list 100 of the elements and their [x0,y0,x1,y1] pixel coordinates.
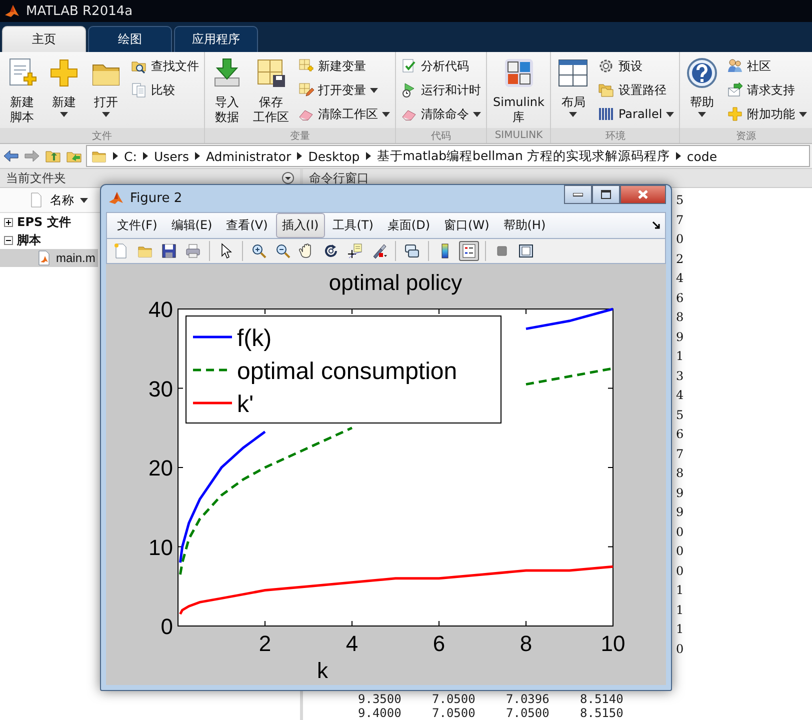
dock-arrow-icon[interactable] [652,220,661,230]
panel-menu-icon[interactable] [282,172,294,184]
ribbon-button[interactable]: 清除命令 [398,103,484,125]
menu-item[interactable]: 桌面(D) [381,212,436,238]
plus-icon [48,57,80,89]
minimize-icon [573,192,583,196]
ribbon-button[interactable]: 社区 [724,55,810,77]
output-text: 8 [676,310,684,324]
ribbon-button[interactable]: 设置路径 [595,79,678,101]
grid-disk-icon [255,57,287,89]
ribbon-button[interactable]: 清除工作区 [295,103,393,125]
menu-item[interactable]: 插入(I) [276,212,325,238]
x-tick-label: 6 [432,631,446,656]
menu-item[interactable]: 帮助(H) [497,212,552,238]
menu-item[interactable]: 编辑(E) [165,212,218,238]
menu-item[interactable]: 窗口(W) [438,212,496,238]
printer-icon [185,243,201,260]
path-segment[interactable]: code [686,148,718,164]
x-axis-label: k [317,658,328,682]
output-value: 7.0396 [506,692,550,706]
collapse-icon[interactable] [4,236,13,244]
plus-icon [727,106,744,122]
forward-button[interactable] [23,148,41,164]
output-text: 5 [676,408,684,422]
menu-item[interactable]: 文件(F) [111,212,164,238]
ribbon-button[interactable]: 比较 [128,79,202,101]
ribbon-button[interactable]: 请求支持 [724,79,810,101]
folders-icon [598,82,614,98]
ribbon-button[interactable]: 导入 数据 [207,55,247,127]
menu-item[interactable]: 工具(T) [326,212,380,238]
output-text: 1 [676,583,684,597]
ribbon-button[interactable]: 新建 [44,55,84,119]
ribbon-button[interactable]: 运行和计时 [398,79,484,101]
path-segment[interactable]: Administrator [206,148,292,164]
panel-title: 命令行窗口 [309,170,369,186]
minimize-button[interactable] [564,185,592,204]
ribbon-button[interactable]: 预设 [595,55,678,77]
y-tick-label: 10 [148,534,173,560]
tree-row[interactable]: EPS 文件 [0,213,77,231]
ribbon-button[interactable]: 附加功能 [724,103,810,125]
ribbon-button[interactable]: 保存 工作区 [249,55,293,127]
zoom-in-icon [251,243,267,260]
output-value: 7.0500 [506,706,550,720]
ribbon-button[interactable]: Simulink 库 [489,55,548,127]
output-text: 3 [676,368,684,382]
path-segment[interactable]: 基于matlab编程bellman 方程的实现求解源码程序 [376,148,670,164]
ribbon-button[interactable]: 打开 [86,55,126,119]
link-icon [404,243,420,260]
menu-item[interactable]: 查看(V) [220,212,274,238]
ribbon-button[interactable]: 打开变量 [295,79,393,101]
path-segment[interactable]: Desktop [308,148,360,164]
ribbon-button[interactable]: 新建 脚本 [2,55,42,127]
maximize-button[interactable] [592,185,620,204]
y-tick-label: 20 [148,456,173,480]
data-cursor-icon [347,243,363,260]
tree-row[interactable]: main.m [0,249,98,267]
grid-pencil-icon [298,82,314,98]
tree-row[interactable]: 脚本 [0,231,47,249]
y-tick-label: 30 [148,376,173,402]
back-button[interactable] [2,148,20,164]
ribbon-tab[interactable]: 绘图 [88,26,172,52]
right-arrow-icon [24,148,40,164]
expand-icon[interactable] [4,218,13,226]
ribbon-button[interactable]: 查找文件 [128,55,202,77]
ribbon-button[interactable]: 新建变量 [295,55,393,77]
settings-icon [598,58,614,74]
ribbon-button[interactable]: Parallel [595,103,678,125]
output-text: 1 [676,349,684,363]
app-logo-icon [108,190,124,206]
caret-icon [102,112,110,117]
ribbon-button[interactable]: 帮助 [682,55,722,119]
ribbon-button[interactable]: 分析代码 [398,55,484,77]
close-icon [638,190,648,199]
caret-icon [698,112,706,117]
caret-icon [80,198,88,202]
ribbon-tab[interactable]: 主页 [2,26,86,52]
up-folder-button[interactable] [44,148,62,164]
caret-icon [569,112,578,117]
output-value: 7.0500 [432,706,476,720]
path-segment[interactable]: C: [124,148,137,164]
window-title: Figure 2 [130,190,184,206]
legend-label: f(k) [237,325,272,352]
ribbon-tab[interactable]: 应用程序 [174,26,258,52]
legend-label: optimal consumption [237,358,458,385]
caret-icon [382,112,390,116]
panel-title: 当前文件夹 [6,170,66,186]
column-header[interactable]: 名称 [50,192,88,208]
chevron-icon [113,152,118,160]
legend-label: k' [237,391,254,418]
x-tick-label: 2 [258,631,272,656]
ribbon-button[interactable]: 布局 [553,55,594,119]
path-field[interactable]: C: Users Administrator Desktop 基于matlab编程bellman 方程的实现求解源码程序 code [86,145,810,167]
rotate-icon [323,243,339,260]
people-icon [727,58,744,74]
output-text: 9 [676,486,684,500]
output-value: 7.0500 [432,692,476,706]
close-button[interactable] [620,185,666,204]
toolbar-button[interactable] [459,241,479,262]
path-segment[interactable]: Users [154,148,189,164]
group-label: 环境 [551,128,680,143]
